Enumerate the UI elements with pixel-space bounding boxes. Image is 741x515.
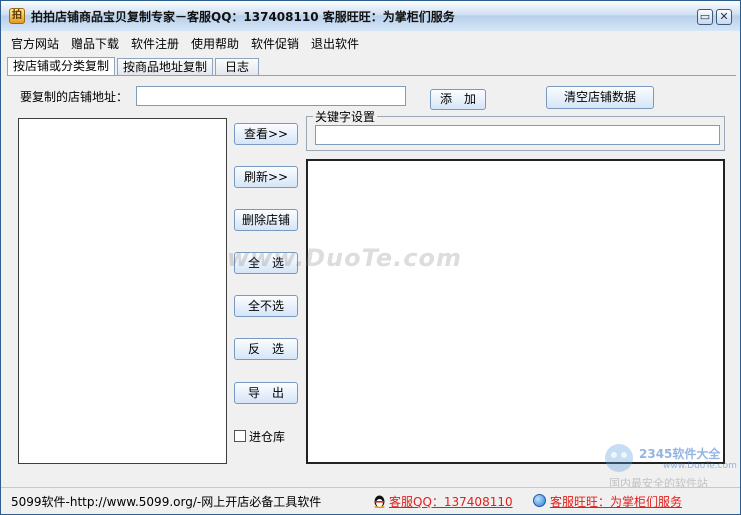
product-list[interactable]	[306, 159, 725, 464]
menu-exit[interactable]: 退出软件	[311, 35, 359, 52]
keyword-input[interactable]	[315, 125, 720, 145]
add-button[interactable]: 添 加	[430, 89, 486, 110]
corner-logo-text: 2345软件大全	[639, 447, 721, 461]
wangwang-contact-link[interactable]: 客服旺旺：为掌柜们服务	[550, 493, 682, 510]
wangwang-icon	[533, 494, 546, 507]
mascot-icon	[605, 444, 633, 472]
shop-url-label: 要复制的店铺地址：	[20, 90, 129, 104]
close-button[interactable]: ✕	[716, 9, 732, 25]
refresh-button[interactable]: 刷新>>	[234, 166, 298, 188]
clear-shop-data-button[interactable]: 清空店铺数据	[546, 86, 654, 109]
tab-copy-by-shop[interactable]: 按店铺或分类复制	[7, 57, 115, 75]
shop-url-input[interactable]	[136, 86, 406, 106]
keyword-group: 关键字设置	[306, 108, 725, 151]
window-title: 拍拍店铺商品宝贝复制专家－客服QQ：137408110 客服旺旺：为掌柜们服务	[31, 10, 455, 24]
menu-register[interactable]: 软件注册	[131, 35, 179, 52]
qq-penguin-icon	[374, 495, 385, 508]
app-logo-icon: 拍	[9, 8, 25, 24]
keyword-group-label: 关键字设置	[313, 108, 378, 125]
minimize-button[interactable]: ▭	[697, 9, 713, 25]
watermark-duote: www.DuoTe.com	[227, 244, 462, 272]
status-bar: 5099软件-http://www.5099.org/-网上开店必备工具软件 客…	[1, 487, 740, 514]
menu-official-site[interactable]: 官方网站	[11, 35, 59, 52]
invert-selection-button[interactable]: 反 选	[234, 338, 298, 360]
menu-bar: 官方网站 赠品下载 软件注册 使用帮助 软件促销 退出软件	[1, 31, 740, 53]
main-panel: 要复制的店铺地址： 添 加 清空店铺数据 查看>> 刷新>> 删除店铺 全 选 …	[7, 75, 736, 484]
view-button[interactable]: 查看>>	[234, 123, 298, 145]
menu-gift-download[interactable]: 赠品下载	[71, 35, 119, 52]
menu-promotion[interactable]: 软件促销	[251, 35, 299, 52]
qq-contact-link[interactable]: 客服QQ：137408110	[389, 493, 513, 510]
tab-log[interactable]: 日志	[215, 58, 259, 75]
menu-help[interactable]: 使用帮助	[191, 35, 239, 52]
export-button[interactable]: 导 出	[234, 382, 298, 404]
corner-watermark: 2345软件大全 www.DuoTe.com 国内最安全的软件站	[601, 439, 740, 490]
warehouse-checkbox[interactable]	[234, 430, 246, 442]
warehouse-label: 进仓库	[249, 430, 286, 444]
tab-copy-by-url[interactable]: 按商品地址复制	[117, 58, 213, 75]
app-window: 拍 拍拍店铺商品宝贝复制专家－客服QQ：137408110 客服旺旺：为掌柜们服…	[0, 0, 741, 515]
title-bar[interactable]: 拍 拍拍店铺商品宝贝复制专家－客服QQ：137408110 客服旺旺：为掌柜们服…	[1, 1, 740, 32]
shop-list[interactable]	[18, 118, 227, 464]
delete-shop-button[interactable]: 删除店铺	[234, 209, 298, 231]
select-none-button[interactable]: 全不选	[234, 295, 298, 317]
status-promo-text: 5099软件-http://www.5099.org/-网上开店必备工具软件	[11, 495, 322, 509]
corner-url-text: www.DuoTe.com	[663, 461, 737, 471]
